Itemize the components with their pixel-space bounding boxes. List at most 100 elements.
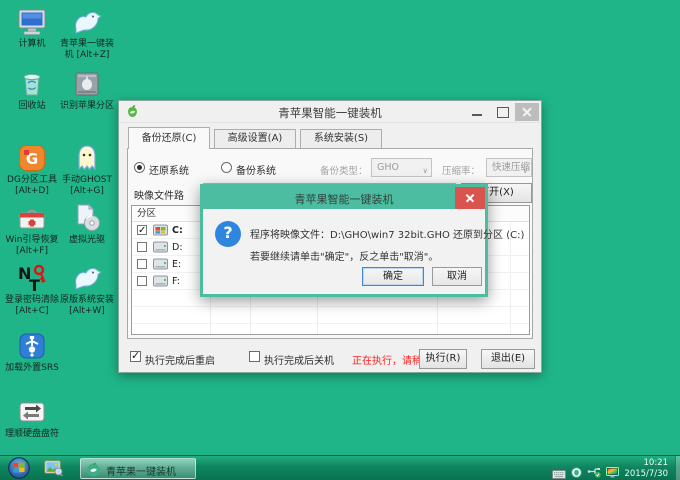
minimize-button[interactable] xyxy=(465,103,489,121)
dialog-title: 青苹果智能一键装机 xyxy=(294,193,394,206)
drive-icon xyxy=(153,224,168,236)
dialog-titlebar[interactable]: 青苹果智能一键装机 xyxy=(203,187,485,209)
nt-key-icon: NT xyxy=(16,262,48,294)
bird-icon xyxy=(71,6,103,38)
desktop-icon-label: Win引导恢复 [Alt+F] xyxy=(5,235,59,257)
desktop-icon-label: 登录密码清除 [Alt+C] xyxy=(4,295,59,317)
image-viewer-icon[interactable] xyxy=(44,460,64,477)
dg-tool-icon: G xyxy=(16,142,48,174)
run-button[interactable]: 执行(R) xyxy=(419,349,467,369)
cancel-button-label: 取消 xyxy=(447,271,467,282)
desktop-icon-recycle-bin[interactable]: 回收站 xyxy=(4,68,60,112)
dialog-close-button[interactable] xyxy=(455,187,485,209)
desktop-icon-label: 理顺硬盘盘符 xyxy=(4,429,59,439)
window-titlebar[interactable]: 青苹果智能一键装机 xyxy=(119,101,541,123)
bird-icon xyxy=(71,262,103,294)
backup-type-label: 备份类型： xyxy=(320,166,368,177)
desktop-icon-label: 识别苹果分区 xyxy=(59,101,114,111)
desktop-icon-login-password-clear[interactable]: NT 登录密码清除 [Alt+C] xyxy=(4,262,60,318)
ok-button-label: 确定 xyxy=(383,271,403,282)
display-tray-icon[interactable] xyxy=(606,463,620,478)
compression-dropdown[interactable]: 快速压缩 xyxy=(486,158,532,177)
desktop-icon-virtual-cd[interactable]: 虚拟光驱 xyxy=(56,202,118,246)
desktop: 计算机 青苹果一键装机 [Alt+Z] 回收站 识别苹果分区 G DG分区工具 … xyxy=(0,0,680,480)
keyboard-tray-icon[interactable] xyxy=(552,464,567,479)
desktop-icon-label: DG分区工具 [Alt+D] xyxy=(7,175,57,197)
exit-button-label: 退出(E) xyxy=(490,353,526,364)
confirm-dialog: 青苹果智能一键装机 程序将映像文件：D:\GHO\win7 32bit.GHO … xyxy=(200,184,524,297)
reboot-after-label: 执行完成后重启 xyxy=(145,356,215,367)
drive-letter: D: xyxy=(172,242,183,253)
drive-icon xyxy=(153,241,168,253)
tab-advanced-settings[interactable]: 高级设置(A) xyxy=(214,129,296,149)
tab-label: 备份还原(C) xyxy=(141,133,197,144)
desktop-icon-label: 手动GHOST [Alt+G] xyxy=(61,175,113,197)
shutdown-after-label: 执行完成后关机 xyxy=(264,356,334,367)
compression-label: 压缩率： xyxy=(442,166,481,177)
desktop-icon-load-external-srs[interactable]: 加载外置SRS xyxy=(4,330,60,374)
compression-value: 快速压缩 xyxy=(492,162,531,173)
desktop-icon-label: 原版系统安装 [Alt+W] xyxy=(59,295,114,317)
tab-label: 系统安装(S) xyxy=(313,133,369,144)
desktop-icon-label: 计算机 xyxy=(18,39,46,49)
run-button-label: 执行(R) xyxy=(425,353,461,364)
partition-checkbox[interactable] xyxy=(137,222,147,239)
restore-system-label: 还原系统 xyxy=(149,166,189,177)
partition-checkbox[interactable] xyxy=(137,259,147,269)
desktop-icon-identify-apple-partition[interactable]: 识别苹果分区 xyxy=(56,68,118,112)
apple-tray-icon[interactable] xyxy=(571,463,583,478)
toolbox-icon xyxy=(16,202,48,234)
backup-type-value: GHO xyxy=(377,162,399,173)
question-icon xyxy=(215,221,241,247)
desktop-icon-computer[interactable]: 计算机 xyxy=(4,6,60,50)
desktop-icon-label: 加载外置SRS xyxy=(5,363,59,373)
partition-checkbox[interactable] xyxy=(137,242,147,252)
svg-text:T: T xyxy=(29,276,40,294)
desktop-icon-win-boot-repair[interactable]: Win引导恢复 [Alt+F] xyxy=(4,202,60,258)
system-tray: 10:21 2015/7/30 xyxy=(552,456,668,480)
restore-system-radio[interactable] xyxy=(134,162,145,173)
drive-letter: E: xyxy=(172,259,182,270)
tab-backup-restore[interactable]: 备份还原(C) xyxy=(128,127,210,149)
shutdown-after-checkbox[interactable] xyxy=(249,351,260,362)
reboot-after-checkbox[interactable] xyxy=(130,349,141,362)
srs-icon xyxy=(16,330,48,362)
dialog-cancel-button[interactable]: 取消 xyxy=(432,267,482,286)
desktop-icon-label: 青苹果一键装机 [Alt+Z] xyxy=(59,39,114,61)
empty-row xyxy=(132,307,529,324)
virtual-cd-icon xyxy=(71,202,103,234)
desktop-icon-original-system-install[interactable]: 原版系统安装 [Alt+W] xyxy=(56,262,118,318)
drive-icon xyxy=(153,275,168,287)
backup-type-dropdown[interactable]: GHO xyxy=(371,158,432,177)
desktop-icon-green-apple-installer[interactable]: 青苹果一键装机 [Alt+Z] xyxy=(56,6,118,62)
tab-label: 高级设置(A) xyxy=(227,133,283,144)
drive-icon xyxy=(153,258,168,270)
taskbar-clock[interactable]: 10:21 2015/7/30 xyxy=(624,458,668,479)
desktop-icon-manual-ghost[interactable]: 手动GHOST [Alt+G] xyxy=(56,142,118,198)
maximize-button[interactable] xyxy=(490,103,514,121)
recycle-bin-icon xyxy=(16,68,48,100)
window-close-button[interactable] xyxy=(515,103,539,121)
backup-system-label: 备份系统 xyxy=(236,166,276,177)
dialog-ok-button[interactable]: 确定 xyxy=(362,267,424,286)
exit-button[interactable]: 退出(E) xyxy=(481,349,535,369)
desktop-icon-dg-partition-tool[interactable]: G DG分区工具 [Alt+D] xyxy=(4,142,60,198)
clock-date: 2015/7/30 xyxy=(624,468,668,479)
usb-tray-icon[interactable] xyxy=(587,463,602,478)
drive-letter: F: xyxy=(172,276,180,287)
green-apple-logo-icon xyxy=(86,462,101,477)
desktop-icon-fix-drive-letters[interactable]: 理顺硬盘盘符 xyxy=(4,396,60,440)
taskbar-app-button[interactable]: 青苹果一键装机 xyxy=(80,458,196,479)
partition-checkbox[interactable] xyxy=(137,276,147,286)
start-button[interactable] xyxy=(8,457,30,479)
show-desktop-button[interactable] xyxy=(675,456,680,480)
drive-letter: C: xyxy=(172,225,183,236)
backup-system-radio[interactable] xyxy=(221,162,232,173)
computer-icon xyxy=(16,6,48,38)
ghost-icon xyxy=(71,142,103,174)
empty-row xyxy=(132,324,529,334)
desktop-icon-label: 虚拟光驱 xyxy=(68,235,105,245)
partition-header-label: 分区 xyxy=(137,208,157,219)
tab-system-install[interactable]: 系统安装(S) xyxy=(300,129,382,149)
image-path-label: 映像文件路 xyxy=(134,191,184,202)
